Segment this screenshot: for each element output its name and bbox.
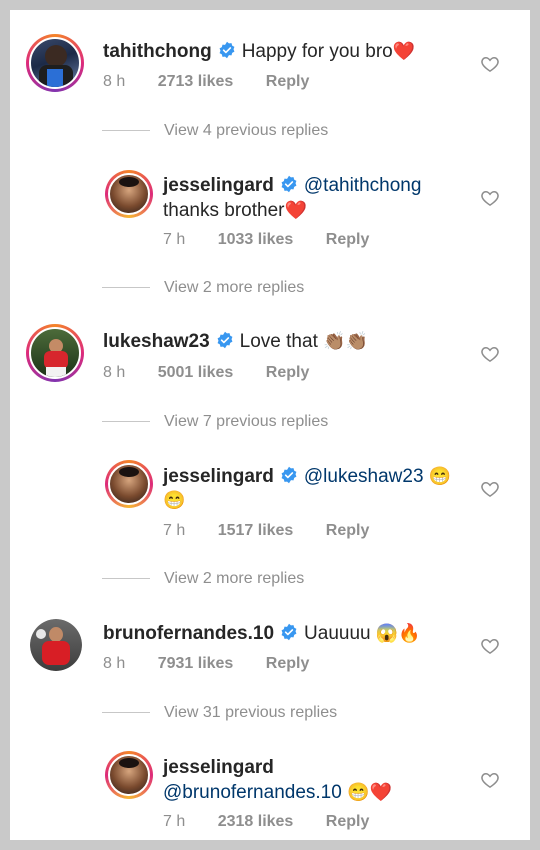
heart-outline-icon[interactable] bbox=[480, 636, 500, 656]
reply-button[interactable]: Reply bbox=[326, 522, 370, 540]
reply-button[interactable]: Reply bbox=[326, 231, 370, 249]
view-replies-label: View 4 previous replies bbox=[164, 122, 329, 139]
reply-button[interactable]: Reply bbox=[326, 813, 370, 831]
clap-emoji: 👏🏽👏🏽 bbox=[323, 331, 368, 351]
comment-meta: 8 h 5001 likes Reply bbox=[103, 364, 309, 382]
divider bbox=[102, 130, 150, 132]
comment-text: Love that bbox=[239, 331, 318, 352]
username[interactable]: tahithchong bbox=[103, 41, 212, 62]
timestamp: 7 h bbox=[163, 813, 186, 830]
avatar[interactable] bbox=[26, 34, 84, 92]
divider bbox=[102, 578, 150, 580]
comment-line: brunofernandes.10 Uauuuu 😱🔥 bbox=[103, 621, 421, 646]
view-replies-button[interactable]: View 2 more replies bbox=[102, 279, 304, 297]
divider bbox=[102, 421, 150, 423]
username[interactable]: jesselingard bbox=[163, 757, 274, 778]
heart-emoji: ❤️ bbox=[284, 200, 307, 220]
username[interactable]: jesselingard bbox=[163, 175, 274, 196]
view-replies-label: View 31 previous replies bbox=[164, 704, 338, 721]
avatar[interactable] bbox=[30, 619, 82, 671]
likes-count[interactable]: 2713 likes bbox=[158, 73, 234, 91]
comment-meta: 8 h 7931 likes Reply bbox=[103, 655, 309, 673]
comment-line: jesselingard @lukeshaw23 😁 bbox=[163, 464, 451, 489]
grin-emoji: 😁 bbox=[428, 466, 452, 486]
timestamp: 8 h bbox=[103, 364, 126, 381]
comment-line: jesselingard bbox=[163, 756, 274, 780]
verified-badge-icon bbox=[281, 623, 297, 641]
view-replies-button[interactable]: View 31 previous replies bbox=[102, 704, 337, 722]
comment-text: Uauuuu bbox=[304, 623, 371, 644]
likes-count[interactable]: 5001 likes bbox=[158, 364, 234, 382]
avatar[interactable] bbox=[105, 751, 153, 799]
grin-emoji: 😁 bbox=[163, 490, 186, 510]
heart-outline-icon[interactable] bbox=[480, 770, 500, 790]
timestamp: 7 h bbox=[163, 231, 186, 248]
verified-badge-icon bbox=[217, 331, 233, 349]
reply-button[interactable]: Reply bbox=[266, 655, 310, 673]
verified-badge-icon bbox=[219, 41, 235, 59]
timestamp: 7 h bbox=[163, 522, 186, 539]
scream-fire-emoji: 😱🔥 bbox=[375, 623, 421, 643]
heart-emoji: ❤️ bbox=[392, 41, 416, 61]
verified-badge-icon bbox=[281, 466, 297, 484]
username[interactable]: lukeshaw23 bbox=[103, 331, 210, 352]
view-replies-label: View 7 previous replies bbox=[164, 413, 329, 430]
view-replies-button[interactable]: View 7 previous replies bbox=[102, 413, 328, 431]
comment-line: jesselingard @tahithchong bbox=[163, 174, 421, 198]
heart-outline-icon[interactable] bbox=[480, 188, 500, 208]
heart-outline-icon[interactable] bbox=[480, 479, 500, 499]
comment-line: lukeshaw23 Love that 👏🏽👏🏽 bbox=[103, 329, 368, 354]
timestamp: 8 h bbox=[103, 655, 126, 672]
avatar[interactable] bbox=[105, 460, 153, 508]
mention-link[interactable]: @brunofernandes.10 bbox=[163, 782, 342, 803]
comment-meta: 7 h 2318 likes Reply bbox=[163, 813, 369, 831]
likes-count[interactable]: 1033 likes bbox=[218, 231, 294, 249]
username[interactable]: jesselingard bbox=[163, 466, 274, 487]
comment-text: thanks brother bbox=[163, 200, 285, 221]
divider bbox=[102, 287, 150, 289]
view-replies-label: View 2 more replies bbox=[164, 570, 305, 587]
comment-line: tahithchong Happy for you bro❤️ bbox=[103, 39, 415, 64]
comment-meta: 8 h 2713 likes Reply bbox=[103, 73, 309, 91]
avatar[interactable] bbox=[26, 324, 84, 382]
avatar[interactable] bbox=[105, 170, 153, 218]
comment-line: @brunofernandes.10 😁❤️ bbox=[163, 780, 392, 805]
comment-line: 😁 bbox=[163, 488, 185, 513]
timestamp: 8 h bbox=[103, 73, 126, 90]
username[interactable]: brunofernandes.10 bbox=[103, 623, 274, 644]
verified-badge-icon bbox=[281, 175, 297, 193]
likes-count[interactable]: 7931 likes bbox=[158, 655, 234, 673]
reply-button[interactable]: Reply bbox=[266, 364, 310, 382]
grin-heart-emoji: 😁❤️ bbox=[347, 782, 392, 802]
likes-count[interactable]: 1517 likes bbox=[218, 522, 294, 540]
view-replies-button[interactable]: View 4 previous replies bbox=[102, 122, 328, 140]
comment-meta: 7 h 1033 likes Reply bbox=[163, 231, 369, 249]
comments-panel: tahithchong Happy for you bro❤️ 8 h 2713 … bbox=[10, 10, 530, 840]
comment-text: Happy for you bro bbox=[241, 41, 393, 62]
comment-line: thanks brother❤️ bbox=[163, 198, 307, 223]
view-replies-button[interactable]: View 2 more replies bbox=[102, 570, 304, 588]
reply-button[interactable]: Reply bbox=[266, 73, 310, 91]
heart-outline-icon[interactable] bbox=[480, 344, 500, 364]
divider bbox=[102, 712, 150, 714]
likes-count[interactable]: 2318 likes bbox=[218, 813, 294, 831]
mention-link[interactable]: @lukeshaw23 bbox=[304, 466, 424, 487]
mention-link[interactable]: @tahithchong bbox=[304, 175, 422, 196]
comment-meta: 7 h 1517 likes Reply bbox=[163, 522, 369, 540]
heart-outline-icon[interactable] bbox=[480, 54, 500, 74]
view-replies-label: View 2 more replies bbox=[164, 279, 305, 296]
